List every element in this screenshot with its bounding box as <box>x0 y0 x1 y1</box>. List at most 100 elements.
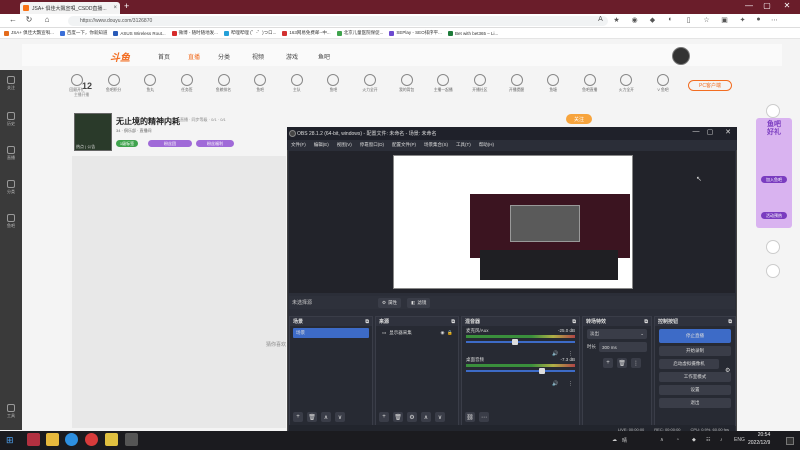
rail-category[interactable]: 分类 <box>0 180 22 195</box>
close-tab-icon[interactable]: × <box>113 5 117 11</box>
stop-streaming-button[interactable]: 停止直播 <box>659 329 731 343</box>
pc-client-button[interactable]: PC客户端 <box>688 80 732 91</box>
menu-edit[interactable]: 编辑(E) <box>314 142 329 148</box>
exit-button[interactable]: 退出 <box>659 398 731 408</box>
bookmark[interactable]: 微博 - 随时随地发... <box>171 30 218 36</box>
move-down-icon[interactable]: ∨ <box>435 412 445 422</box>
menu-profile[interactable]: 配置文件(P) <box>392 142 416 148</box>
undock-icon[interactable]: ⧉ <box>644 319 648 325</box>
nav-home[interactable]: 首页 <box>158 52 170 61</box>
bookmark[interactable]: ASUS Wireless Rout... <box>113 30 166 36</box>
studio-mode-button[interactable]: 工作室模式 <box>659 372 731 382</box>
link-icon[interactable]: ⛓ <box>465 412 475 422</box>
read-aloud-icon[interactable]: A <box>596 16 605 23</box>
more-icon[interactable]: ⋮ <box>568 381 573 387</box>
category-item[interactable]: 回顾开忙 <box>60 72 94 102</box>
wifi-icon[interactable]: ☷ <box>706 437 710 443</box>
menu-docks[interactable]: 停靠窗口(D) <box>360 142 384 148</box>
bookmark[interactable]: 哔哩哔哩 (゜-゜)つロ... <box>223 30 276 36</box>
move-up-icon[interactable]: ∧ <box>321 412 331 422</box>
profile-icon[interactable]: ● <box>754 16 763 23</box>
slider-knob[interactable] <box>512 339 519 345</box>
taskbar-app-icon[interactable] <box>105 433 118 446</box>
category-item[interactable]: 火力全开 <box>353 72 387 102</box>
trash-icon[interactable]: 🗑 <box>393 412 403 422</box>
trash-icon[interactable]: 🗑 <box>617 358 627 368</box>
extension-icon[interactable]: ◐ <box>666 16 675 23</box>
category-item[interactable]: 我的背包 <box>390 72 424 102</box>
obs-maximize-button[interactable]: ▢ <box>704 128 716 136</box>
taskbar-app-icon[interactable] <box>85 433 98 446</box>
windows-start-icon[interactable]: ⊞ <box>6 435 14 446</box>
start-virtual-camera-button[interactable]: 启动虚拟摄像机 <box>659 359 719 369</box>
refresh-icon[interactable]: ↻ <box>24 15 34 24</box>
slider-knob[interactable] <box>539 368 546 374</box>
promo-event-button[interactable]: 活动预热 <box>761 212 787 219</box>
network-icon[interactable]: ◔ <box>676 437 679 443</box>
follow-button[interactable]: 关注 <box>566 114 592 124</box>
nav-category[interactable]: 分类 <box>218 52 230 61</box>
tray-chevron-icon[interactable]: ∧ <box>660 437 664 443</box>
duration-input[interactable]: 300 ms <box>599 342 647 352</box>
category-item[interactable]: 鱼吧 <box>243 72 277 102</box>
volume-slider[interactable] <box>466 339 575 345</box>
trash-icon[interactable]: 🗑 <box>307 412 317 422</box>
gear-icon[interactable]: ⚙ <box>407 412 417 422</box>
float-button[interactable] <box>766 104 780 118</box>
speaker-icon[interactable]: 🔊 <box>552 351 558 357</box>
float-button[interactable] <box>766 264 780 278</box>
minimize-button[interactable]: — <box>742 1 756 10</box>
undock-icon[interactable]: ⧉ <box>451 319 455 325</box>
extension-icon[interactable]: ◆ <box>648 16 657 24</box>
weather-icon[interactable]: ☁ <box>612 437 617 443</box>
start-recording-button[interactable]: 开始录制 <box>659 346 731 356</box>
rail-history[interactable]: 历史 <box>0 112 22 127</box>
collections-icon[interactable]: ▣ <box>720 16 729 24</box>
tray-app-icon[interactable]: ◆ <box>692 437 696 443</box>
category-item[interactable]: V 鱼吧 <box>646 72 680 102</box>
new-tab-button[interactable]: + <box>124 1 129 11</box>
filters-button[interactable]: ◧ 滤镜 <box>407 297 431 308</box>
add-icon[interactable]: + <box>379 412 389 422</box>
lock-icon[interactable]: 🔒 <box>447 330 453 336</box>
properties-button[interactable]: ⚙ 属性 <box>378 297 402 308</box>
taskbar-app-icon[interactable] <box>27 433 40 446</box>
home-icon[interactable]: ⌂ <box>42 15 52 24</box>
extensions-icon[interactable]: ✦ <box>738 16 747 24</box>
category-item[interactable]: 鱼粮排名 <box>207 72 241 102</box>
nav-fishbar[interactable]: 鱼吧 <box>318 52 330 61</box>
category-item[interactable]: 鱼丸 <box>133 72 167 102</box>
edge-icon[interactable] <box>65 433 78 446</box>
file-explorer-icon[interactable] <box>46 433 59 446</box>
category-item[interactable]: 任务签 <box>170 72 204 102</box>
maximize-button[interactable]: ▢ <box>760 1 774 10</box>
menu-scene-collection[interactable]: 场景集合(S) <box>424 142 448 148</box>
more-icon[interactable]: ⋮ <box>568 351 573 357</box>
obs-taskbar-icon[interactable] <box>125 433 138 446</box>
volume-icon[interactable]: ♪ <box>720 437 723 443</box>
rail-follow[interactable]: 关注 <box>0 76 22 91</box>
undock-icon[interactable]: ⧉ <box>728 319 732 325</box>
volume-slider[interactable] <box>466 368 575 374</box>
favorite-star-icon[interactable]: ★ <box>612 16 621 24</box>
back-icon[interactable]: ← <box>8 15 18 24</box>
category-item[interactable]: 火力全开 <box>609 72 643 102</box>
category-item[interactable]: 鱼吧积分 <box>97 72 131 102</box>
notification-icon[interactable] <box>786 437 794 445</box>
category-item[interactable]: 开播社区 <box>463 72 497 102</box>
obs-close-button[interactable]: ✕ <box>722 128 734 136</box>
rail-fishbar[interactable]: 鱼吧 <box>0 214 22 229</box>
menu-tools[interactable]: 工具(T) <box>456 142 471 148</box>
extension-icon[interactable]: ◉ <box>630 16 639 24</box>
more-options-icon[interactable]: ⋯ <box>479 412 489 422</box>
bookmark[interactable]: 163网易免费邮--中... <box>282 30 331 36</box>
favorites-icon[interactable]: ☆ <box>702 16 711 24</box>
video-player-area[interactable] <box>72 156 286 428</box>
float-button[interactable] <box>766 240 780 254</box>
bookmark[interactable]: Bet with bet365 – Li... <box>447 30 498 36</box>
speaker-icon[interactable]: 🔊 <box>552 381 558 387</box>
promo-join-button[interactable]: 加入鱼吧 <box>761 176 787 183</box>
transition-select[interactable]: 淡出 ⌄ <box>587 329 647 339</box>
move-down-icon[interactable]: ∨ <box>335 412 345 422</box>
user-avatar[interactable] <box>672 47 690 65</box>
